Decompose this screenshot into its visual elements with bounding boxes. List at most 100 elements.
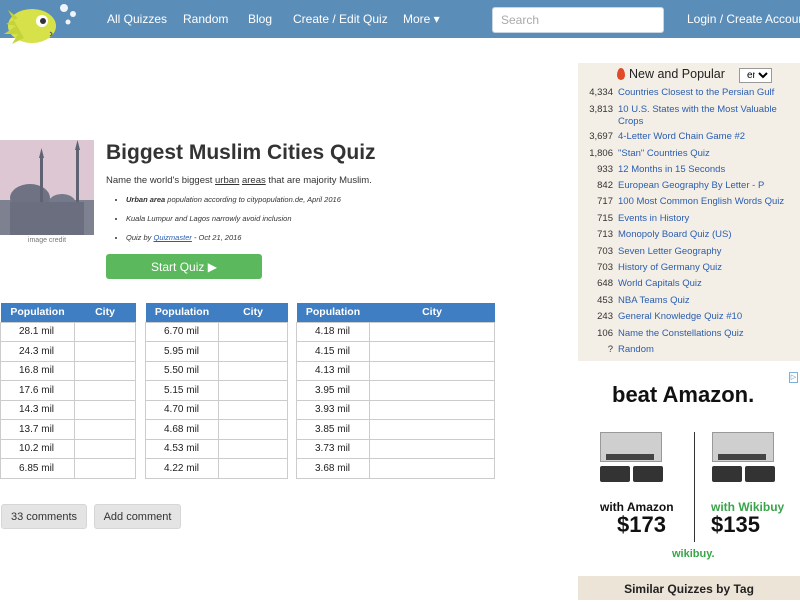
popular-item-count: 703 xyxy=(597,246,613,257)
ad-wikibuy-price: $135 xyxy=(711,512,760,537)
ad-choices-icon[interactable]: ▷ xyxy=(789,372,798,383)
note-text: Quiz by xyxy=(126,233,154,242)
population-cell: 4.70 mil xyxy=(145,399,219,420)
col-population-header: Population xyxy=(0,303,75,322)
note-date: - Oct 21, 2016 xyxy=(191,233,242,242)
nav-all-quizzes[interactable]: All Quizzes xyxy=(107,12,167,26)
city-answer-cell xyxy=(218,399,288,420)
population-cell: 5.15 mil xyxy=(145,380,219,401)
population-cell: 17.6 mil xyxy=(0,380,75,401)
table-row: 4.18 mil xyxy=(296,321,495,342)
note-item: Kuala Lumpur and Lagos narrowly avoid in… xyxy=(126,213,341,232)
city-answer-cell xyxy=(218,438,288,459)
city-answer-cell xyxy=(74,360,136,381)
table-row: 28.1 mil xyxy=(0,321,136,342)
city-answer-cell xyxy=(74,458,136,479)
popular-item-link[interactable]: NBA Teams Quiz xyxy=(618,295,800,307)
table-row: 14.3 mil xyxy=(0,399,136,420)
popular-item-count: 4,334 xyxy=(589,87,613,98)
population-cell: 4.68 mil xyxy=(145,419,219,440)
population-cell: 4.22 mil xyxy=(145,458,219,479)
table-row: 4.15 mil xyxy=(296,341,495,362)
table-row: 4.68 mil xyxy=(145,419,288,440)
population-cell: 3.95 mil xyxy=(296,380,370,401)
table-row: 3.85 mil xyxy=(296,419,495,440)
nav-create-edit-quiz[interactable]: Create / Edit Quiz xyxy=(293,12,388,26)
popular-item-link[interactable]: General Knowledge Quiz #10 xyxy=(618,311,800,323)
console-image-icon xyxy=(712,432,775,484)
table-row: 16.8 mil xyxy=(0,360,136,381)
population-cell: 4.15 mil xyxy=(296,341,370,362)
popular-item-link[interactable]: Random xyxy=(618,344,800,356)
add-comment-button[interactable]: Add comment xyxy=(94,504,181,529)
comments-button[interactable]: 33 comments xyxy=(1,504,87,529)
popular-item-count: ? xyxy=(607,344,613,355)
language-select[interactable]: en xyxy=(739,68,772,83)
population-cell: 3.73 mil xyxy=(296,438,370,459)
table-row: 24.3 mil xyxy=(0,341,136,362)
population-cell: 6.70 mil xyxy=(145,321,219,342)
population-cell: 4.13 mil xyxy=(296,360,370,381)
popular-item-link[interactable]: History of Germany Quiz xyxy=(618,262,800,274)
popular-item-count: 243 xyxy=(597,311,613,322)
image-credit[interactable]: image credit xyxy=(0,237,94,244)
city-answer-cell xyxy=(74,419,136,440)
table-row: 3.68 mil xyxy=(296,458,495,479)
popular-item-link[interactable]: Countries Closest to the Persian Gulf xyxy=(618,87,800,99)
table-row: 4.13 mil xyxy=(296,360,495,381)
popular-item-link[interactable]: "Stan" Countries Quiz xyxy=(618,148,800,160)
table-row: 4.22 mil xyxy=(145,458,288,479)
city-answer-cell xyxy=(74,321,136,342)
popular-item-link[interactable]: World Capitals Quiz xyxy=(618,278,800,290)
quiz-description: Name the world's biggest urban areas tha… xyxy=(106,175,372,186)
population-cell: 13.7 mil xyxy=(0,419,75,440)
table-row: 3.73 mil xyxy=(296,438,495,459)
page-title: Biggest Muslim Cities Quiz xyxy=(106,141,376,164)
areas-link[interactable]: areas xyxy=(242,175,266,186)
search-input[interactable] xyxy=(492,7,664,33)
table-row: 4.53 mil xyxy=(145,438,288,459)
nav-random[interactable]: Random xyxy=(183,12,228,26)
ad-divider xyxy=(694,432,695,542)
population-cell: 14.3 mil xyxy=(0,399,75,420)
nav-more-dropdown[interactable]: More ▾ xyxy=(403,12,440,26)
table-row: 17.6 mil xyxy=(0,380,136,401)
popular-item-link[interactable]: 100 Most Common English Words Quiz xyxy=(618,196,800,208)
population-cell: 6.85 mil xyxy=(0,458,75,479)
author-link[interactable]: Quizmaster xyxy=(154,233,192,242)
col-population-header: Population xyxy=(296,303,370,322)
popular-item-link[interactable]: 4-Letter Word Chain Game #2 xyxy=(618,131,800,143)
city-answer-cell xyxy=(369,380,495,401)
note-item: Urban area population according to cityp… xyxy=(126,194,341,213)
answer-table-2: Population City 6.70 mil 5.95 mil 5.50 mil 5… xyxy=(145,303,288,479)
population-cell: 3.68 mil xyxy=(296,458,370,479)
popular-item-count: 717 xyxy=(597,196,613,207)
popular-item-link[interactable]: Name the Constellations Quiz xyxy=(618,328,800,340)
nav-login[interactable]: Login / Create Account xyxy=(687,12,800,26)
population-cell: 16.8 mil xyxy=(0,360,75,381)
answer-table-1: Population City 28.1 mil 24.3 mil 16.8 mil 1… xyxy=(0,303,136,479)
city-answer-cell xyxy=(369,399,495,420)
note-item: Quiz by Quizmaster - Oct 21, 2016 xyxy=(126,232,341,251)
table-row: 5.15 mil xyxy=(145,380,288,401)
popular-item-link[interactable]: Monopoly Board Quiz (US) xyxy=(618,229,800,241)
popular-item-link[interactable]: 12 Months in 15 Seconds xyxy=(618,164,800,176)
popular-item-link[interactable]: Seven Letter Geography xyxy=(618,246,800,258)
quiz-image xyxy=(0,140,94,235)
population-cell: 28.1 mil xyxy=(0,321,75,342)
table-row: 6.85 mil xyxy=(0,458,136,479)
start-quiz-button[interactable]: Start Quiz ▶ xyxy=(106,254,262,279)
popular-item-link[interactable]: Events in History xyxy=(618,213,800,225)
popular-item-link[interactable]: 10 U.S. States with the Most Valuable Cr… xyxy=(618,104,800,128)
popular-item-count: 715 xyxy=(597,213,613,224)
popular-item-link[interactable]: European Geography By Letter - P xyxy=(618,180,800,192)
city-answer-cell xyxy=(218,321,288,342)
population-cell: 4.53 mil xyxy=(145,438,219,459)
nav-blog[interactable]: Blog xyxy=(248,12,272,26)
site-logo-fish-icon[interactable] xyxy=(0,0,90,52)
city-answer-cell xyxy=(218,419,288,440)
population-cell: 10.2 mil xyxy=(0,438,75,459)
urban-link[interactable]: urban xyxy=(215,175,239,186)
panel-heading: New and Popular xyxy=(617,67,725,81)
population-cell: 5.50 mil xyxy=(145,360,219,381)
